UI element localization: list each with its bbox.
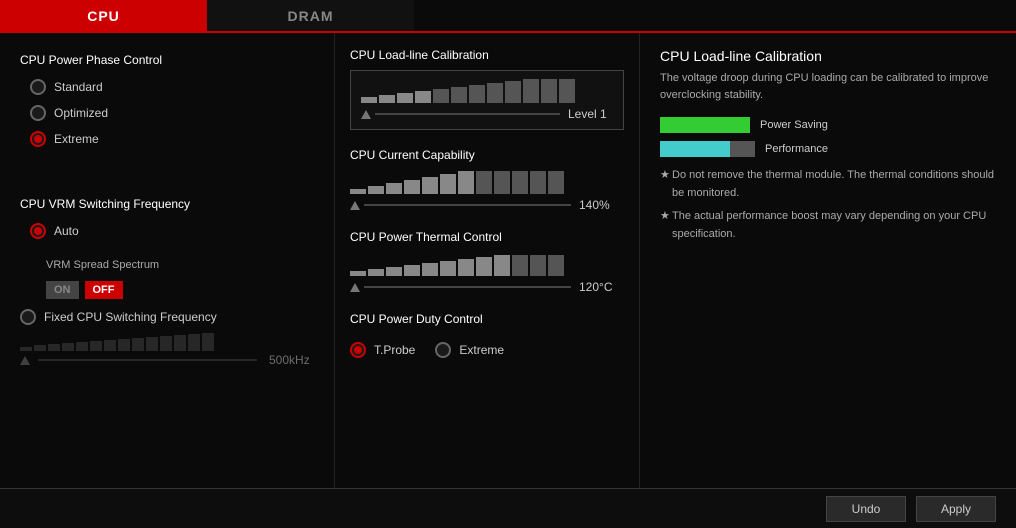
current-section: CPU Current Capability 140% (350, 148, 624, 212)
legend-gray-bar (730, 141, 755, 157)
thermal-section: CPU Power Thermal Control 120°C (350, 230, 624, 294)
radio-optimized-outer (30, 105, 46, 121)
vrm-spread-label: VRM Spread Spectrum (46, 259, 159, 271)
radio-auto-inner (34, 227, 42, 235)
duty-extreme[interactable]: Extreme (435, 342, 504, 358)
loadline-section: CPU Load-line Calibration (350, 48, 624, 130)
duty-section: CPU Power Duty Control T.Probe Extreme (350, 312, 624, 366)
bottom-bar: Undo Apply (0, 488, 1016, 528)
loadline-value: Level 1 (568, 107, 613, 121)
current-pointer-row: 140% (350, 198, 624, 212)
vrm-spread-row: VRM Spread Spectrum (46, 259, 314, 271)
current-value: 140% (579, 198, 624, 212)
main-content: CPU Power Phase Control Standard Optimiz… (0, 33, 1016, 488)
radio-tprobe-inner (354, 346, 362, 354)
thermal-pointer-row: 120°C (350, 280, 624, 294)
duty-title: CPU Power Duty Control (350, 312, 624, 326)
freq-step-bars (20, 333, 314, 351)
thermal-title: CPU Power Thermal Control (350, 230, 624, 244)
current-handle[interactable] (350, 201, 360, 210)
thermal-line (364, 286, 571, 288)
radio-duty-extreme-outer (435, 342, 451, 358)
legend-green-bar (660, 117, 750, 133)
radio-extreme-inner (34, 135, 42, 143)
legend-power-saving: Power Saving (660, 117, 996, 133)
toggle-on-button[interactable]: ON (46, 281, 79, 299)
fixed-freq-option[interactable]: Fixed CPU Switching Frequency (20, 309, 314, 325)
middle-panel: CPU Load-line Calibration (335, 33, 640, 488)
thermal-value: 120°C (579, 280, 624, 294)
freq-slider-line (38, 359, 257, 361)
right-desc: The voltage droop during CPU loading can… (660, 70, 996, 103)
phase-optimized[interactable]: Optimized (30, 105, 314, 121)
current-steps (350, 170, 624, 194)
phase-optimized-label: Optimized (54, 106, 108, 120)
vrm-title: CPU VRM Switching Frequency (20, 197, 314, 211)
vrm-radio-group: Auto (30, 223, 314, 239)
vrm-auto[interactable]: Auto (30, 223, 314, 239)
phase-radio-group: Standard Optimized Extreme (30, 79, 314, 147)
loadline-pointer-row: Level 1 (361, 107, 613, 121)
note-1: Do not remove the thermal module. The th… (660, 167, 996, 202)
phase-standard-label: Standard (54, 80, 103, 94)
undo-button[interactable]: Undo (826, 496, 906, 522)
duty-extreme-label: Extreme (459, 343, 504, 357)
thermal-handle[interactable] (350, 283, 360, 292)
legend-performance-label: Performance (765, 143, 828, 155)
legend-performance: Performance (660, 141, 996, 157)
loadline-slider-box: Level 1 (350, 70, 624, 130)
current-line (364, 204, 571, 206)
duty-tprobe[interactable]: T.Probe (350, 342, 415, 358)
duty-tprobe-label: T.Probe (374, 343, 415, 357)
note-2: The actual performance boost may vary de… (660, 208, 996, 243)
notes-list: Do not remove the thermal module. The th… (660, 167, 996, 243)
fixed-freq-row: Fixed CPU Switching Frequency (20, 309, 314, 325)
right-panel: CPU Load-line Calibration The voltage dr… (640, 33, 1016, 488)
phase-control-title: CPU Power Phase Control (20, 53, 314, 67)
radio-fixed-outer (20, 309, 36, 325)
tab-bar: CPU DRAM (0, 0, 1016, 33)
radio-tprobe-outer (350, 342, 366, 358)
tab-dram[interactable]: DRAM (207, 0, 414, 31)
loadline-line (375, 113, 560, 115)
current-title: CPU Current Capability (350, 148, 624, 162)
legend-power-saving-label: Power Saving (760, 119, 828, 131)
freq-value: 500kHz (269, 353, 314, 367)
vrm-auto-label: Auto (54, 224, 79, 238)
radio-auto-outer (30, 223, 46, 239)
phase-extreme[interactable]: Extreme (30, 131, 314, 147)
loadline-handle[interactable] (361, 110, 371, 119)
loadline-title: CPU Load-line Calibration (350, 48, 624, 62)
phase-standard[interactable]: Standard (30, 79, 314, 95)
toggle-row: ON OFF (46, 281, 314, 299)
right-title: CPU Load-line Calibration (660, 48, 996, 64)
loadline-steps (361, 79, 613, 103)
fixed-freq-slider: 500kHz (20, 333, 314, 367)
radio-standard-outer (30, 79, 46, 95)
duty-radio-row: T.Probe Extreme (350, 334, 624, 366)
freq-slider-handle[interactable] (20, 356, 30, 365)
thermal-steps (350, 252, 624, 276)
phase-extreme-label: Extreme (54, 132, 99, 146)
tab-cpu[interactable]: CPU (0, 0, 207, 31)
fixed-freq-label: Fixed CPU Switching Frequency (44, 310, 217, 324)
toggle-off-button[interactable]: OFF (85, 281, 123, 299)
radio-extreme-outer (30, 131, 46, 147)
legend-cyan-bar (660, 141, 730, 157)
apply-button[interactable]: Apply (916, 496, 996, 522)
left-panel: CPU Power Phase Control Standard Optimiz… (0, 33, 335, 488)
